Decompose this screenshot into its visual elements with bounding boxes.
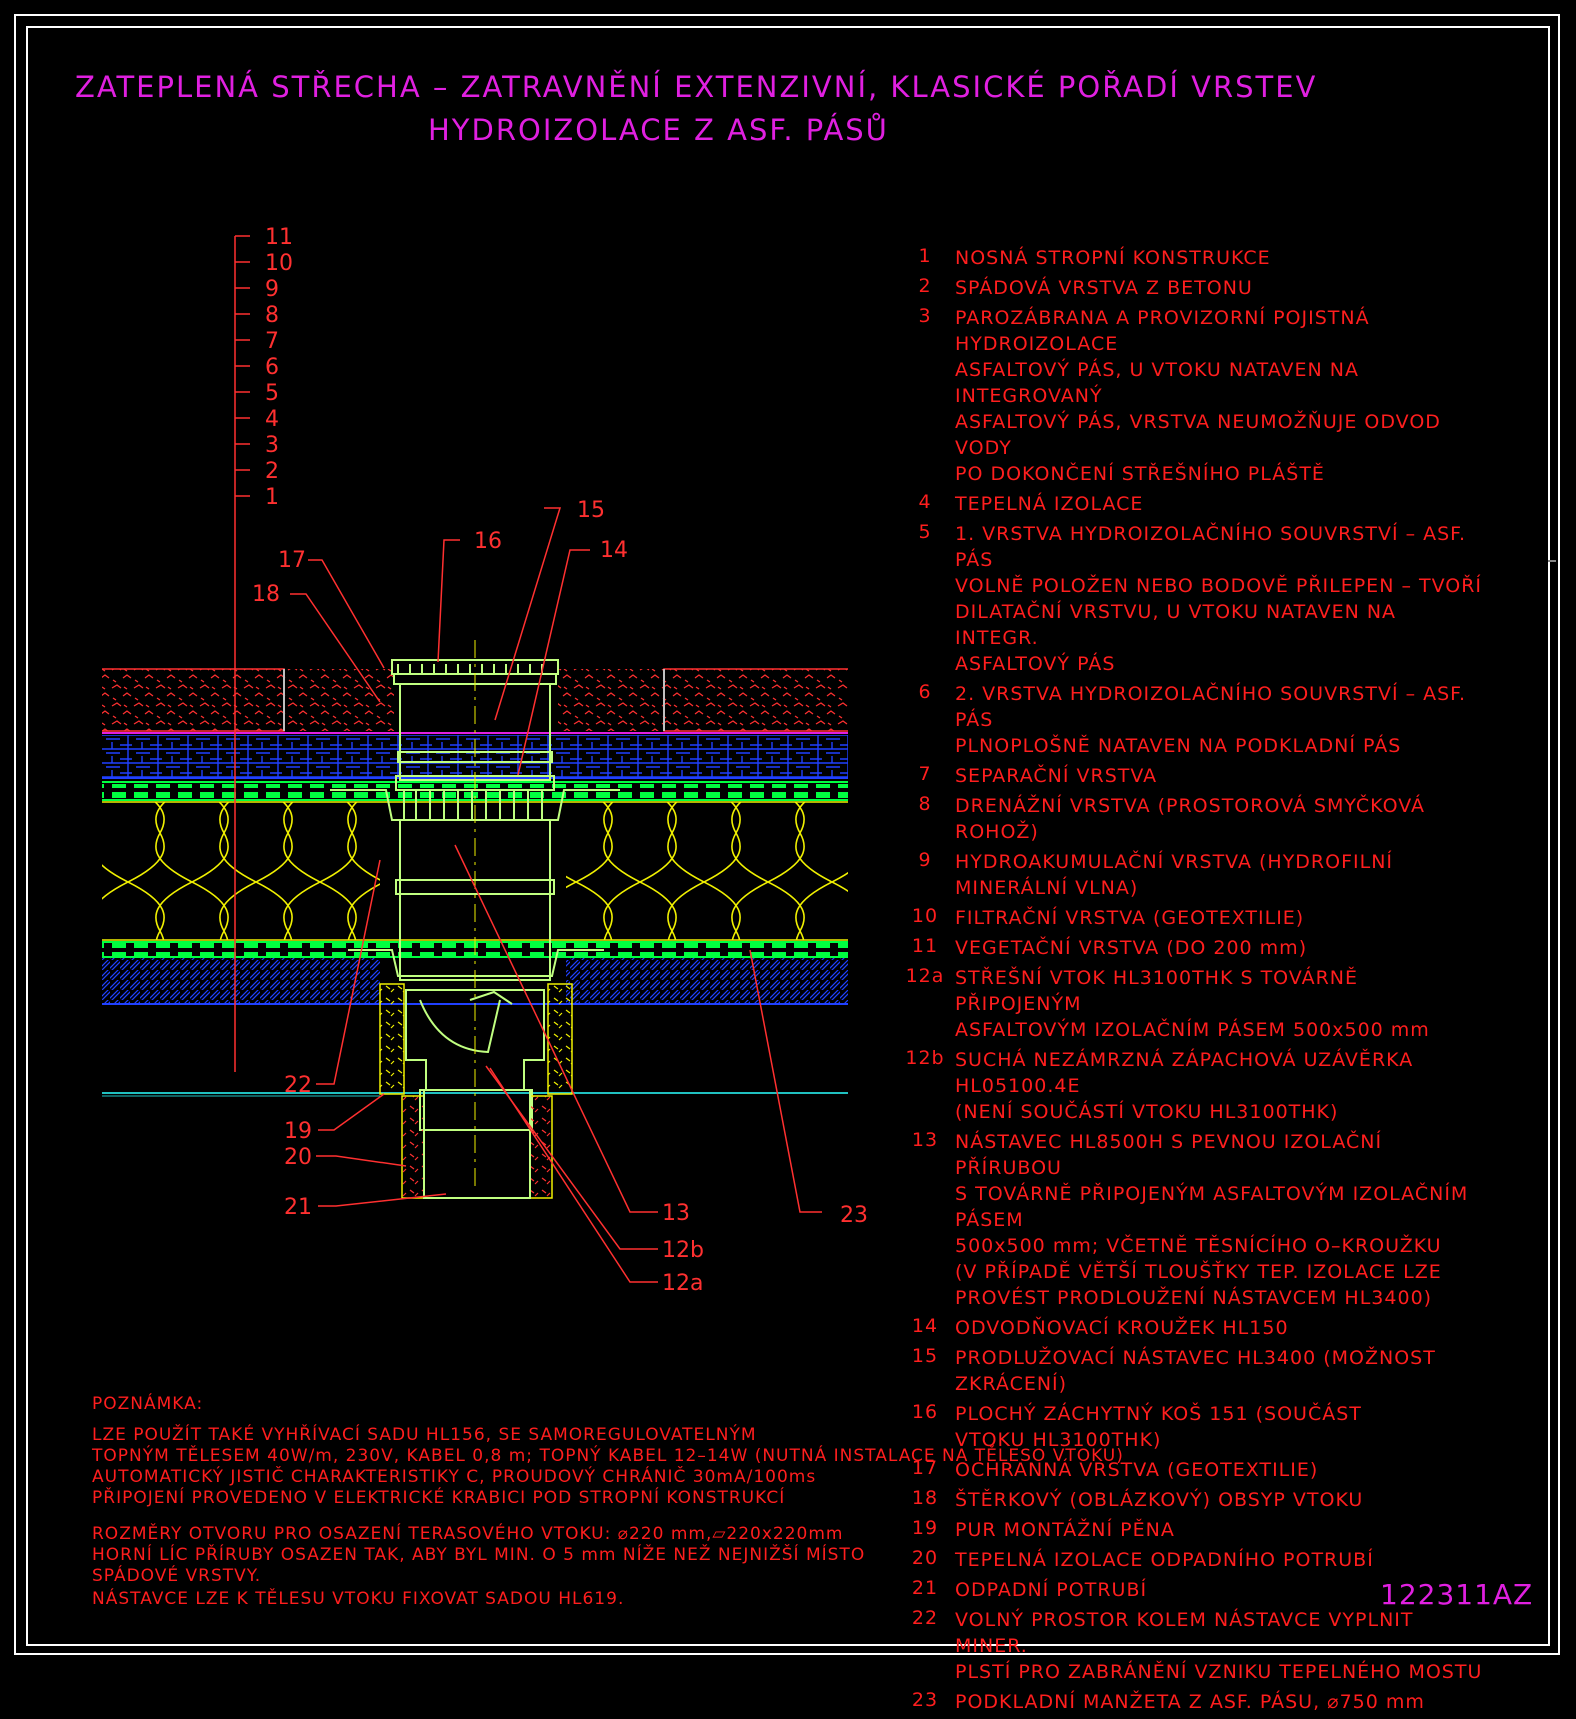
legend-item: 11 VEGETAČNÍ VRSTVA (DO 200 mm) — [895, 935, 1485, 961]
legend-item: 19 PUR MONTÁŽNÍ PĚNA — [895, 1517, 1485, 1543]
callout-label: 18 — [252, 582, 280, 607]
legend-item: 14 ODVODŇOVACÍ KROUŽEK HL150 — [895, 1315, 1485, 1341]
legend-number: 6 — [918, 681, 932, 703]
callout-label: 15 — [577, 498, 605, 523]
legend-number: 12b — [905, 1047, 945, 1069]
legend-text: HYDROAKUMULAČNÍ VRSTVA (HYDROFILNÍ MINER… — [955, 851, 1394, 899]
scale-label: 6 — [265, 355, 279, 380]
scale-label: 1 — [265, 485, 279, 510]
note-paragraph-3: NÁSTAVCE LZE K TĚLESU VTOKU FIXOVAT SADO… — [92, 1589, 625, 1609]
callout-label: 21 — [284, 1195, 312, 1220]
legend-text: TEPELNÁ IZOLACE ODPADNÍHO POTRUBÍ — [955, 1549, 1374, 1571]
legend-text: 2. VRSTVA HYDROIZOLAČNÍHO SOUVRSTVÍ – AS… — [955, 683, 1467, 757]
legend-item: 12b SUCHÁ NEZÁMRZNÁ ZÁPACHOVÁ UZÁVĚRKA HL… — [895, 1047, 1485, 1125]
legend-text: VEGETAČNÍ VRSTVA (DO 200 mm) — [955, 937, 1308, 959]
legend-number: 1 — [918, 245, 932, 267]
legend-text: SEPARAČNÍ VRSTVA — [955, 765, 1158, 787]
legend-item: 10 FILTRAČNÍ VRSTVA (GEOTEXTILIE) — [895, 905, 1485, 931]
legend-item: 23 PODKLADNÍ MANŽETA Z ASF. PÁSU, ⌀750 mm — [895, 1689, 1485, 1715]
callout-label: 12b — [662, 1238, 704, 1263]
legend-text: PAROZÁBRANA A PROVIZORNÍ POJISTNÁ HYDROI… — [955, 307, 1441, 485]
callout-label: 20 — [284, 1145, 312, 1170]
legend-number: 8 — [918, 793, 932, 815]
legend-number: 15 — [911, 1345, 939, 1367]
legend-text: TEPELNÁ IZOLACE — [955, 493, 1144, 515]
legend-number: 7 — [918, 763, 932, 785]
callout-label: 13 — [662, 1201, 690, 1226]
legend-text: STŘEŠNÍ VTOK HL3100THK S TOVÁRNĚ PŘIPOJE… — [955, 967, 1430, 1041]
drawing-code: 122311AZ — [1380, 1578, 1534, 1611]
legend-number: 23 — [911, 1689, 939, 1711]
legend-number: 11 — [911, 935, 939, 957]
scale-label: 9 — [265, 277, 279, 302]
callout-label: 17 — [278, 548, 306, 573]
callout-label: 16 — [474, 529, 502, 554]
legend-text: NOSNÁ STROPNÍ KONSTRUKCE — [955, 247, 1271, 269]
legend-number: 12a — [905, 965, 945, 987]
scale-label: 11 — [265, 225, 293, 250]
legend-item: 3 PAROZÁBRANA A PROVIZORNÍ POJISTNÁ HYDRO… — [895, 305, 1485, 487]
legend-text: DRENÁŽNÍ VRSTVA (PROSTOROVÁ SMYČKOVÁ ROH… — [955, 795, 1426, 843]
legend-item: 8 DRENÁŽNÍ VRSTVA (PROSTOROVÁ SMYČKOVÁ RO… — [895, 793, 1485, 845]
scale-label: 4 — [265, 407, 279, 432]
legend-item: 20 TEPELNÁ IZOLACE ODPADNÍHO POTRUBÍ — [895, 1547, 1485, 1573]
callout-label: 14 — [600, 538, 628, 563]
legend-text: FILTRAČNÍ VRSTVA (GEOTEXTILIE) — [955, 907, 1305, 929]
legend-number: 10 — [911, 905, 939, 927]
legend-item: 2 SPÁDOVÁ VRSTVA Z BETONU — [895, 275, 1485, 301]
legend-item: 9 HYDROAKUMULAČNÍ VRSTVA (HYDROFILNÍ MINE… — [895, 849, 1485, 901]
legend-number: 21 — [911, 1577, 939, 1599]
scale-label: 10 — [265, 251, 293, 276]
legend-number: 9 — [918, 849, 932, 871]
scale-label: 2 — [265, 459, 279, 484]
legend-item: 15 PRODLUŽOVACÍ NÁSTAVEC HL3400 (MOŽNOST … — [895, 1345, 1485, 1397]
legend-text: NÁSTAVEC HL8500H S PEVNOU IZOLAČNÍ PŘÍRU… — [955, 1131, 1469, 1309]
legend-number: 13 — [911, 1129, 939, 1151]
waste-pipe — [401, 1089, 553, 1199]
legend-number: 22 — [911, 1607, 939, 1629]
legend-text: SUCHÁ NEZÁMRZNÁ ZÁPACHOVÁ UZÁVĚRKA HL051… — [955, 1049, 1414, 1123]
note-paragraph-1: LZE POUŽÍT TAKÉ VYHŘÍVACÍ SADU HL156, SE… — [92, 1425, 1124, 1508]
legend-number: 20 — [911, 1547, 939, 1569]
legend-item: 6 2. VRSTVA HYDROIZOLAČNÍHO SOUVRSTVÍ – A… — [895, 681, 1485, 759]
callout-label: 22 — [284, 1073, 312, 1098]
scale-label: 8 — [265, 303, 279, 328]
callout-label: 12a — [662, 1271, 703, 1296]
legend-number: 5 — [918, 521, 932, 543]
legend-text: 1. VRSTVA HYDROIZOLAČNÍHO SOUVRSTVÍ – AS… — [955, 523, 1483, 675]
layer-gravel-surround — [283, 669, 665, 731]
legend-item: 4 TEPELNÁ IZOLACE — [895, 491, 1485, 517]
callout-label: 19 — [284, 1119, 312, 1144]
legend-number: 3 — [918, 305, 932, 327]
legend-text: VOLNÝ PROSTOR KOLEM NÁSTAVCE VYPLNIT MIN… — [955, 1609, 1483, 1683]
legend-text: SPÁDOVÁ VRSTVA Z BETONU — [955, 277, 1253, 299]
legend-text: PRODLUŽOVACÍ NÁSTAVEC HL3400 (MOŽNOST ZK… — [955, 1347, 1436, 1395]
legend-item: 7 SEPARAČNÍ VRSTVA — [895, 763, 1485, 789]
legend-text: PUR MONTÁŽNÍ PĚNA — [955, 1519, 1175, 1541]
legend-item: 1 NOSNÁ STROPNÍ KONSTRUKCE — [895, 245, 1485, 271]
scale-label: 5 — [265, 381, 279, 406]
callout-label: 23 — [840, 1203, 868, 1228]
note-heading: POZNÁMKA: — [92, 1394, 204, 1414]
note-paragraph-2: ROZMĚRY OTVORU PRO OSAZENÍ TERASOVÉHO VT… — [92, 1524, 866, 1586]
legend-text: ODVODŇOVACÍ KROUŽEK HL150 — [955, 1317, 1289, 1339]
legend-number: 14 — [911, 1315, 939, 1337]
legend-text: PODKLADNÍ MANŽETA Z ASF. PÁSU, ⌀750 mm — [955, 1691, 1425, 1713]
legend-number: 19 — [911, 1517, 939, 1539]
legend-item: 5 1. VRSTVA HYDROIZOLAČNÍHO SOUVRSTVÍ – A… — [895, 521, 1485, 677]
legend-number: 2 — [918, 275, 932, 297]
legend-item: 12a STŘEŠNÍ VTOK HL3100THK S TOVÁRNĚ PŘIP… — [895, 965, 1485, 1043]
legend-item: 13 NÁSTAVEC HL8500H S PEVNOU IZOLAČNÍ PŘÍ… — [895, 1129, 1485, 1311]
legend-number: 16 — [911, 1401, 939, 1423]
legend-number: 4 — [918, 491, 932, 513]
legend-item: 22 VOLNÝ PROSTOR KOLEM NÁSTAVCE VYPLNIT M… — [895, 1607, 1485, 1685]
scale-label: 3 — [265, 433, 279, 458]
scale-label: 7 — [265, 329, 279, 354]
